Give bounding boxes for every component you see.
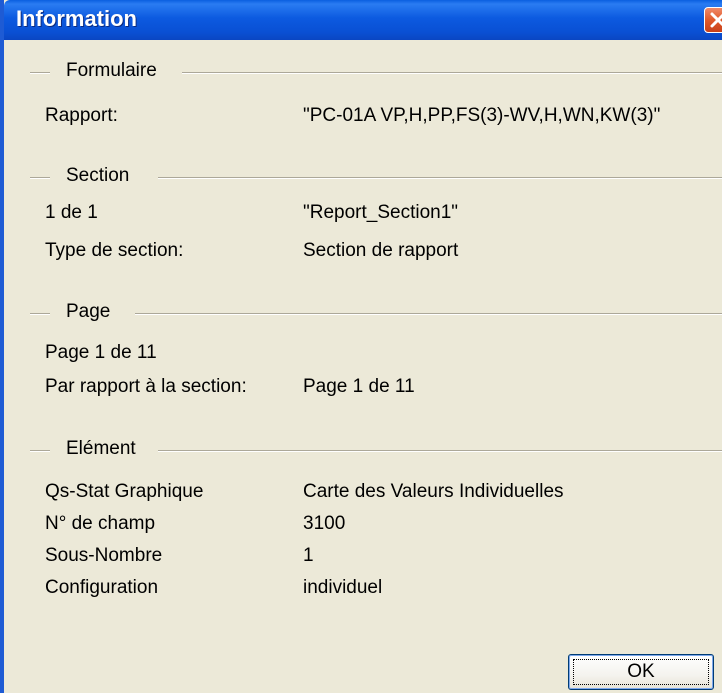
page-relative-value: Page 1 de 11 (303, 376, 415, 397)
group-element: Elément (8, 438, 722, 462)
section-name-value: "Report_Section1" (303, 202, 459, 223)
group-title-formulaire: Formulaire (66, 60, 157, 81)
qs-stat-label: Qs-Stat Graphique (45, 481, 204, 502)
section-type-label: Type de section: (45, 240, 184, 261)
group-divider (30, 450, 50, 452)
group-divider (182, 72, 722, 74)
window-title: Information (16, 6, 137, 31)
page-relative-label: Par rapport à la section: (45, 376, 247, 397)
group-divider (158, 450, 722, 452)
page-number-label: Page 1 de 11 (45, 342, 157, 363)
section-index-label: 1 de 1 (45, 202, 98, 223)
group-divider (30, 313, 50, 315)
group-title-section: Section (66, 165, 130, 186)
sub-number-label: Sous-Nombre (45, 545, 163, 566)
ok-button[interactable]: OK (568, 654, 714, 690)
group-formulaire: Formulaire (8, 60, 722, 84)
configuration-label: Configuration (45, 577, 159, 598)
sub-number-value: 1 (303, 545, 314, 566)
group-title-element: Elément (66, 438, 136, 459)
configuration-value: individuel (303, 577, 383, 598)
field-number-value: 3100 (303, 513, 346, 534)
group-divider (158, 177, 722, 179)
group-page: Page (8, 301, 722, 325)
field-number-label: N° de champ (45, 513, 156, 534)
group-title-page: Page (66, 301, 111, 322)
group-divider (30, 177, 50, 179)
information-dialog: Information Formulaire Rapport: "PC-01A … (0, 0, 722, 693)
rapport-label: Rapport: (45, 105, 118, 126)
close-button[interactable] (704, 7, 722, 33)
title-bar[interactable]: Information (4, 0, 722, 40)
rapport-value: "PC-01A VP,H,PP,FS(3)-WV,H,WN,KW(3)" (303, 105, 661, 126)
dialog-content: Formulaire Rapport: "PC-01A VP,H,PP,FS(3… (8, 40, 722, 693)
focus-rectangle (573, 659, 709, 685)
group-divider (135, 313, 722, 315)
section-type-value: Section de rapport (303, 240, 459, 261)
group-section: Section (8, 165, 722, 189)
qs-stat-value: Carte des Valeurs Individuelles (303, 481, 564, 502)
group-divider (30, 72, 50, 74)
